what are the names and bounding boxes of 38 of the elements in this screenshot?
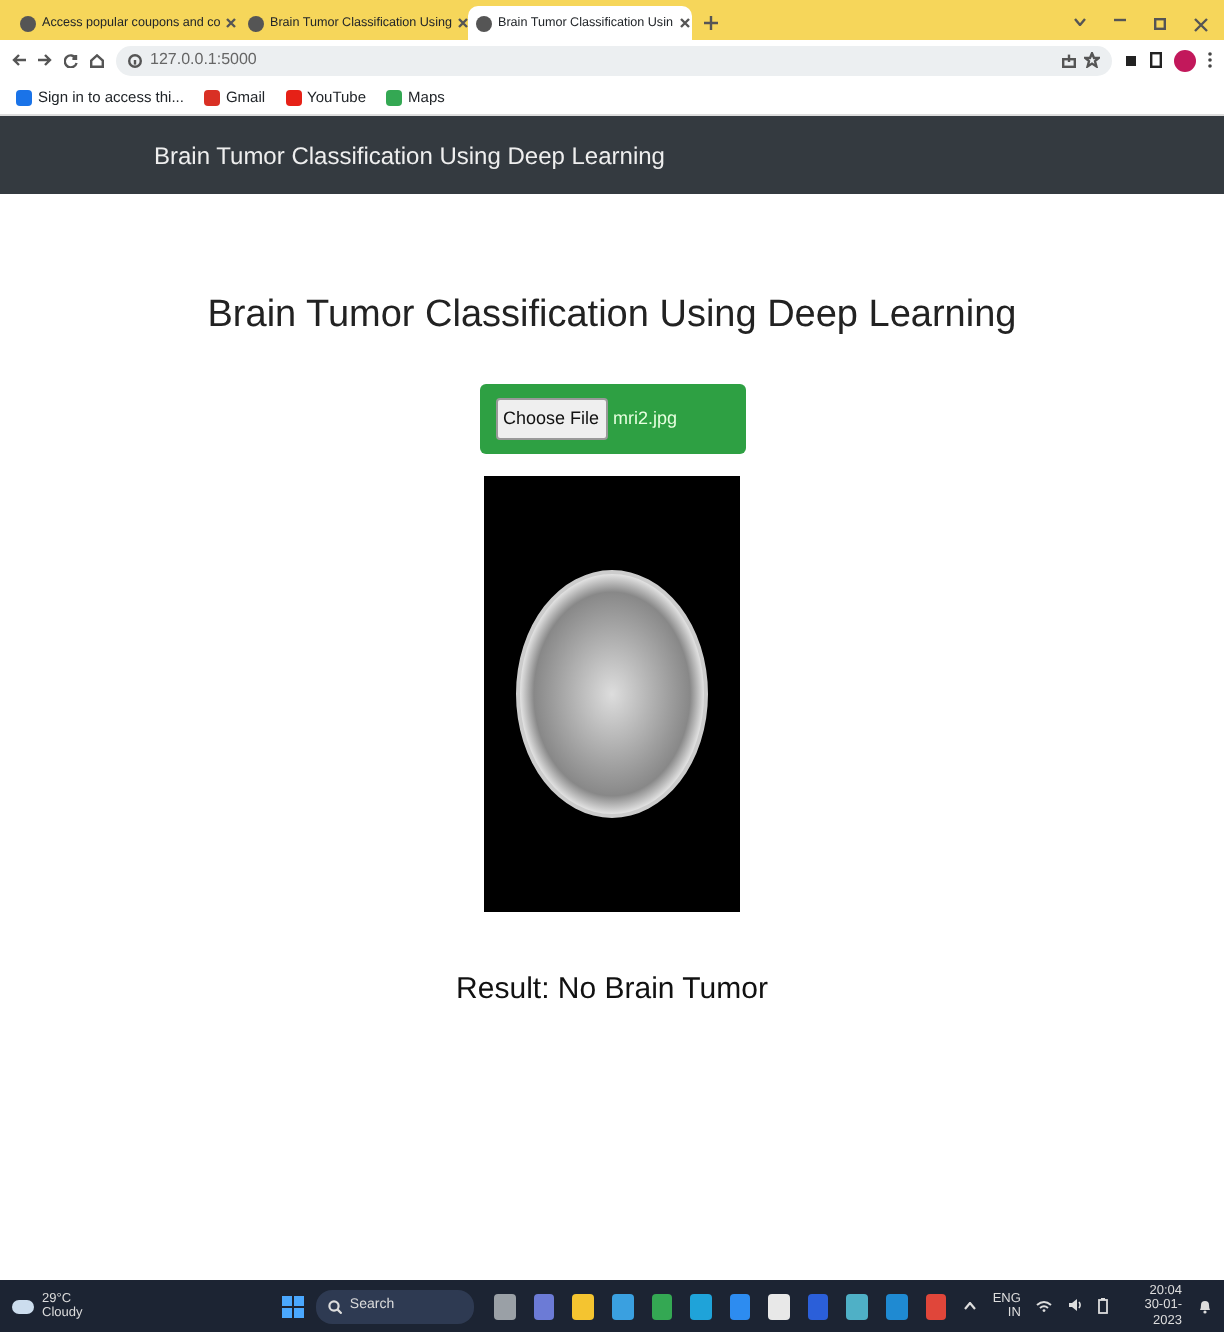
star-icon[interactable]: [1084, 52, 1100, 68]
app-icon[interactable]: [494, 1293, 516, 1319]
navbar-brand[interactable]: Brain Tumor Classification Using Deep Learning: [154, 137, 665, 173]
bell-icon[interactable]: [1198, 1297, 1212, 1314]
battery-icon[interactable]: [1098, 1297, 1109, 1314]
close-icon[interactable]: [226, 18, 237, 28]
app-icon[interactable]: [611, 1293, 634, 1319]
app-icon[interactable]: [768, 1293, 790, 1319]
result-text: Result: No Brain Tumor: [456, 970, 768, 1011]
close-icon[interactable]: [679, 18, 689, 28]
page-heading: Brain Tumor Classification Using Deep Learning: [207, 294, 1017, 340]
plus-icon[interactable]: [704, 16, 718, 30]
home-icon[interactable]: [90, 53, 104, 67]
forward-arrow-icon[interactable]: [38, 54, 52, 66]
windows-icon[interactable]: [281, 1295, 304, 1317]
address-bar[interactable]: 127.0.0.1:5000: [116, 45, 1112, 75]
app-icon[interactable]: [690, 1293, 712, 1319]
app-icon[interactable]: [846, 1293, 869, 1319]
app-icon[interactable]: [572, 1293, 594, 1319]
cloud-icon[interactable]: [12, 1299, 34, 1313]
chevron-icon[interactable]: [1074, 18, 1086, 32]
reload-icon[interactable]: [64, 53, 78, 67]
panel-icon[interactable]: [1150, 52, 1162, 68]
choose-file-button[interactable]: Choose File: [495, 397, 608, 441]
file-name: mri2.jpg: [613, 405, 678, 432]
speaker-icon[interactable]: [1068, 1298, 1083, 1313]
maximize-icon[interactable]: [1154, 18, 1166, 32]
chevron-icon[interactable]: [964, 1301, 977, 1310]
close-icon[interactable]: [1194, 18, 1208, 32]
share-icon[interactable]: [1062, 53, 1076, 67]
back-arrow-icon[interactable]: [12, 54, 26, 66]
info-icon: [128, 53, 142, 67]
app-icon[interactable]: [651, 1293, 673, 1319]
search-icon: [327, 1299, 342, 1313]
url-text: 127.0.0.1:5000: [150, 48, 257, 72]
avatar-icon[interactable]: [1174, 49, 1196, 71]
close-icon[interactable]: [458, 18, 468, 28]
wifi-icon[interactable]: [1036, 1299, 1053, 1312]
